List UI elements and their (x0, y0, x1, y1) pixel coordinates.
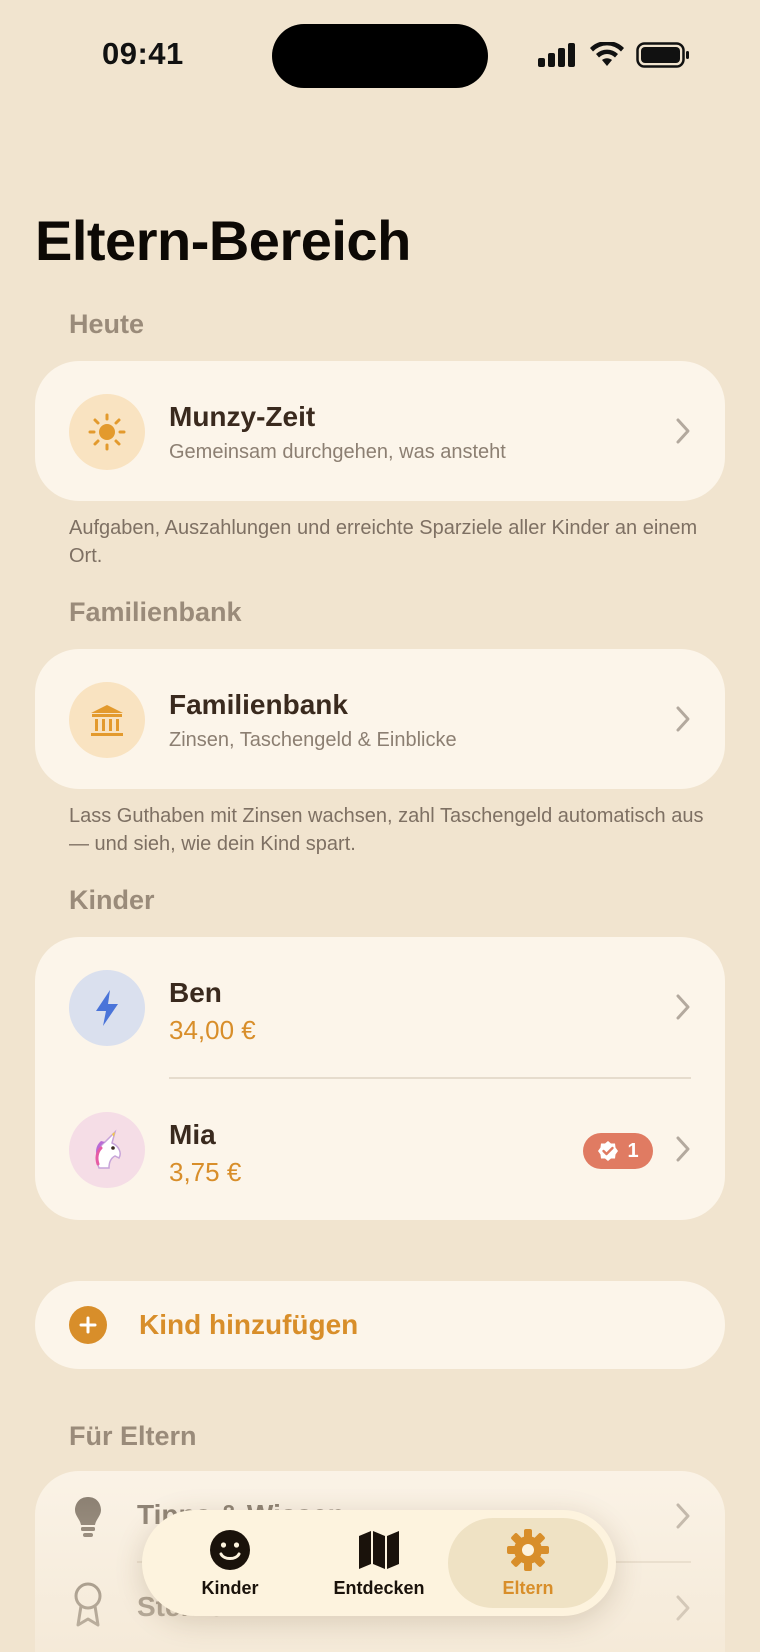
status-icons (538, 42, 690, 68)
card-family-bank: Familienbank Zinsen, Taschengeld & Einbl… (35, 649, 725, 789)
today-footnote: Aufgaben, Auszahlungen und erreichte Spa… (69, 517, 698, 567)
child-name: Ben (169, 977, 222, 1008)
lightning-icon (69, 970, 145, 1046)
bank-icon (69, 682, 145, 758)
section-header-family-bank: Familienbank (69, 597, 242, 627)
chevron-right-icon (676, 1595, 690, 1621)
child-balance: 34,00 € (169, 1015, 256, 1045)
page-title: Eltern-Bereich (35, 209, 411, 272)
family-bank-footnote: Lass Guthaben mit Zinsen wachsen, zahl T… (69, 805, 704, 855)
section-header-for-parents: Für Eltern (69, 1421, 197, 1451)
gear-icon (506, 1528, 550, 1572)
wifi-icon (590, 42, 624, 66)
tab-label: Entdecken (333, 1578, 425, 1598)
tab-eltern[interactable]: Eltern (453, 1510, 603, 1616)
cellular-signal-icon (538, 43, 575, 67)
dynamic-island (272, 24, 488, 88)
section-header-today: Heute (69, 309, 145, 339)
card-today: Munzy-Zeit Gemeinsam durchgehen, was ans… (35, 361, 725, 501)
award-icon (74, 1582, 102, 1627)
verified-check-icon (598, 1141, 619, 1161)
tab-label: Eltern (502, 1578, 554, 1598)
chevron-right-icon (676, 994, 690, 1020)
family-bank-subtitle: Zinsen, Taschengeld & Einblicke (169, 729, 457, 751)
status-time: 09:41 (102, 36, 184, 71)
tab-kinder[interactable]: Kinder (155, 1510, 305, 1616)
munzy-zeit-subtitle: Gemeinsam durchgehen, was ansteht (169, 441, 506, 463)
tab-label: Kinder (201, 1578, 259, 1598)
map-icon (358, 1528, 400, 1572)
chevron-right-icon (676, 1503, 690, 1529)
sun-icon (69, 394, 145, 470)
child-name: Mia (169, 1119, 216, 1150)
pending-approvals-badge[interactable]: 1 (583, 1133, 653, 1169)
card-children: Ben 34,00 € Mia 3,75 € 1 (35, 937, 725, 1220)
status-bar: 09:41 (0, 0, 760, 110)
child-row-ben[interactable]: Ben 34,00 € (35, 937, 725, 1077)
tab-entdecken[interactable]: Entdecken (304, 1510, 454, 1616)
chevron-right-icon (676, 706, 690, 732)
battery-icon (636, 42, 689, 68)
badge-count: 1 (627, 1139, 639, 1162)
munzy-zeit-row[interactable]: Munzy-Zeit Gemeinsam durchgehen, was ans… (35, 361, 725, 501)
chevron-right-icon (676, 418, 690, 444)
tab-bar: Kinder Entdecken Eltern (142, 1510, 616, 1616)
smiley-icon (209, 1528, 251, 1572)
munzy-zeit-title: Munzy-Zeit (169, 401, 316, 432)
child-balance: 3,75 € (169, 1157, 242, 1187)
add-child-button[interactable]: Kind hinzufügen (35, 1281, 725, 1369)
unicorn-icon (69, 1112, 145, 1188)
plus-circle-icon (69, 1306, 107, 1344)
child-row-mia[interactable]: Mia 3,75 € 1 (35, 1079, 725, 1219)
family-bank-title: Familienbank (169, 689, 348, 720)
family-bank-row[interactable]: Familienbank Zinsen, Taschengeld & Einbl… (35, 649, 725, 789)
lightbulb-icon (75, 1497, 101, 1537)
chevron-right-icon (676, 1136, 690, 1162)
section-header-children: Kinder (69, 885, 155, 915)
add-child-label: Kind hinzufügen (139, 1309, 359, 1340)
